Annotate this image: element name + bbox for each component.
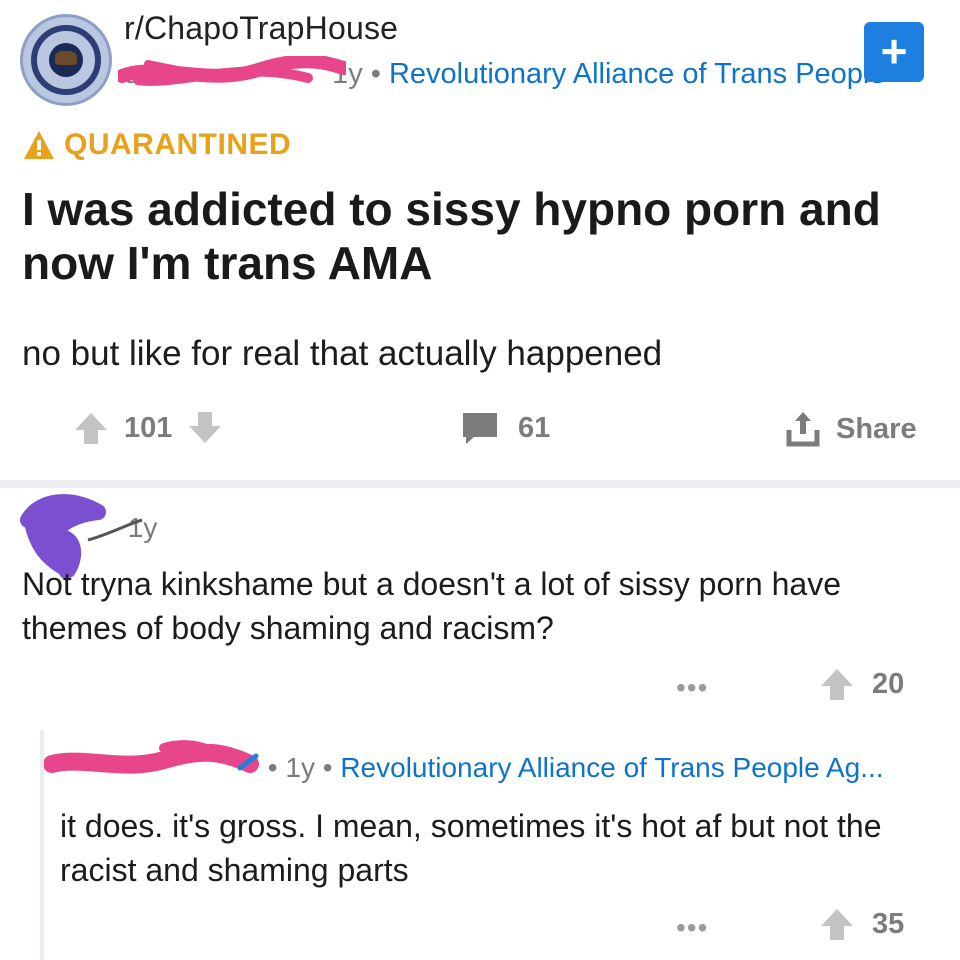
comment-vote: 20 <box>818 666 904 702</box>
reply-body: it does. it's gross. I mean, sometimes i… <box>60 808 882 888</box>
downvote-icon[interactable] <box>186 410 224 446</box>
upvote-icon[interactable] <box>818 666 856 702</box>
subreddit-name[interactable]: r/ChapoTrapHouse <box>124 10 398 47</box>
comment-icon <box>463 413 497 444</box>
meta-separator: • <box>267 752 278 783</box>
reply-age: 1y <box>285 752 315 783</box>
more-options-icon[interactable]: ••• <box>676 672 708 704</box>
post-action-bar: 101 61 Share <box>0 410 960 454</box>
post-flair[interactable]: Revolutionary Alliance of Trans People <box>389 58 886 90</box>
meta-separator: • <box>370 58 381 90</box>
share-label: Share <box>836 412 917 445</box>
reply-flair[interactable]: Revolutionary Alliance of Trans People A… <box>340 752 883 783</box>
quarantine-badge: QUARANTINED <box>22 128 291 162</box>
post-score: 101 <box>124 411 173 444</box>
vote-controls: 101 <box>72 410 224 446</box>
more-options-icon[interactable]: ••• <box>676 912 708 944</box>
comment-score: 20 <box>872 667 905 700</box>
subreddit-avatar[interactable] <box>20 14 112 106</box>
comments-button[interactable]: 61 <box>460 410 550 446</box>
reply-score: 35 <box>872 907 905 940</box>
seal-eagle <box>55 51 77 65</box>
post-title[interactable]: I was addicted to sissy hypno porn and n… <box>22 182 922 290</box>
author-redaction-scribble <box>44 740 259 774</box>
warning-icon <box>24 131 54 159</box>
comment-count: 61 <box>518 411 551 444</box>
section-divider <box>0 480 960 488</box>
reply-vote: 35 <box>818 906 904 942</box>
upvote-icon[interactable] <box>818 906 856 942</box>
plus-icon: + <box>880 25 908 77</box>
join-button[interactable]: + <box>864 22 924 82</box>
share-button[interactable]: Share <box>784 410 917 448</box>
upvote-icon[interactable] <box>72 410 110 446</box>
share-icon <box>786 412 820 447</box>
comment-body: Not tryna kinkshame but a doesn't a lot … <box>22 566 841 646</box>
author-redaction-scribble <box>118 56 346 86</box>
post-body: no but like for real that actually happe… <box>22 334 663 373</box>
post-card: r/ChapoTrapHouse u/ 1y • Revolutionary A… <box>0 0 960 480</box>
meta-separator: • <box>322 752 333 783</box>
quarantine-label: QUARANTINED <box>64 128 292 161</box>
